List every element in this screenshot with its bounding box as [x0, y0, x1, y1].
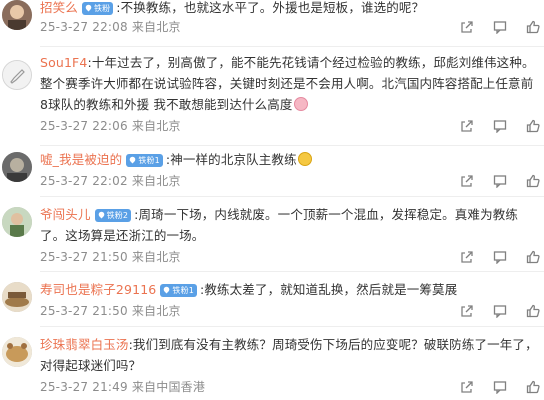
heart-icon — [129, 156, 137, 163]
comment-content: :神一样的北京队主教练 — [165, 152, 297, 167]
username[interactable]: 嘘_我是被迫的 — [40, 152, 122, 167]
divider — [40, 326, 544, 327]
like-icon[interactable] — [524, 118, 542, 134]
comment-icon[interactable] — [491, 118, 509, 134]
comment-location: 来自北京 — [131, 250, 181, 264]
divider — [40, 145, 544, 146]
comment-location: 来自北京 — [131, 119, 181, 133]
avatar[interactable] — [2, 337, 32, 367]
heart-icon — [98, 211, 106, 218]
comment-content: :十年过去了，别高傲了，能不能先花钱请个经过检验的教练，邱彪刘维伟这种。整个赛季… — [40, 55, 535, 112]
share-icon[interactable] — [458, 303, 476, 319]
comment-meta: 25-3-27 21:49 来自中国香港 — [40, 378, 205, 395]
comment-time: 25-3-27 22:08 — [40, 20, 128, 34]
fan-badge[interactable]: 铁粉2 — [94, 209, 132, 222]
comment-location: 来自北京 — [131, 20, 181, 34]
pig-emoji-icon — [293, 97, 308, 111]
comment-icon[interactable] — [491, 19, 509, 35]
comment-location: 来自北京 — [131, 174, 181, 188]
comment-meta: 25-3-27 21:50 来自北京 — [40, 248, 181, 265]
username[interactable]: 招笑么 — [40, 0, 78, 15]
heart-icon — [85, 4, 93, 11]
like-icon[interactable] — [524, 19, 542, 35]
comment-location: 来自北京 — [131, 304, 181, 318]
share-icon[interactable] — [458, 118, 476, 134]
share-icon[interactable] — [458, 379, 476, 395]
like-icon[interactable] — [524, 173, 542, 189]
comment-meta: 25-3-27 22:08 来自北京 — [40, 18, 181, 35]
avatar[interactable] — [2, 152, 32, 182]
divider — [40, 46, 544, 47]
comment-content: :教练太差了，就知道乱换，然后就是一筹莫展 — [199, 282, 458, 297]
avatar[interactable] — [2, 207, 32, 237]
avatar[interactable] — [2, 0, 32, 30]
avatar[interactable] — [2, 60, 32, 90]
fan-badge[interactable]: 铁粉1 — [160, 284, 197, 297]
heart-icon — [163, 286, 171, 293]
comment-location: 来自中国香港 — [131, 380, 206, 394]
comment-actions — [458, 249, 542, 265]
fan-badge[interactable]: 铁粉1 — [126, 154, 163, 167]
comment-icon[interactable] — [491, 303, 509, 319]
comment-icon[interactable] — [491, 249, 509, 265]
comment-content: :不换教练，也就这水平了。外援也是短板，谁选的呢？ — [116, 0, 425, 15]
share-icon[interactable] — [458, 173, 476, 189]
comment-meta: 25-3-27 22:06 来自北京 — [40, 117, 181, 134]
comment-meta: 25-3-27 21:50 来自北京 — [40, 302, 181, 319]
username[interactable]: Sou1F4 — [40, 55, 88, 70]
like-icon[interactable] — [524, 379, 542, 395]
comment-time: 25-3-27 21:50 — [40, 304, 128, 318]
comment-time: 25-3-27 21:50 — [40, 250, 128, 264]
comment-icon[interactable] — [491, 173, 509, 189]
divider — [40, 196, 544, 197]
divider — [40, 271, 544, 272]
like-icon[interactable] — [524, 303, 542, 319]
laughing-emoji-icon — [297, 152, 312, 166]
comment-actions — [458, 303, 542, 319]
fan-badge[interactable]: 铁粉 — [81, 2, 114, 15]
share-icon[interactable] — [458, 249, 476, 265]
comment-time: 25-3-27 22:02 — [40, 174, 128, 188]
comment-actions — [458, 19, 542, 35]
avatar[interactable] — [2, 282, 32, 312]
comment-actions — [458, 379, 542, 395]
like-icon[interactable] — [524, 249, 542, 265]
share-icon[interactable] — [458, 19, 476, 35]
username[interactable]: 寿司也是粽子29116 — [40, 282, 156, 297]
comment-time: 25-3-27 21:49 — [40, 380, 128, 394]
comment-time: 25-3-27 22:06 — [40, 119, 128, 133]
username[interactable]: 珍珠翡翠白玉汤 — [40, 337, 129, 352]
comment-actions — [458, 118, 542, 134]
comment-meta: 25-3-27 22:02 来自北京 — [40, 172, 181, 189]
comment-actions — [458, 173, 542, 189]
username[interactable]: 爷闯头儿 — [40, 207, 91, 222]
comment-icon[interactable] — [491, 379, 509, 395]
